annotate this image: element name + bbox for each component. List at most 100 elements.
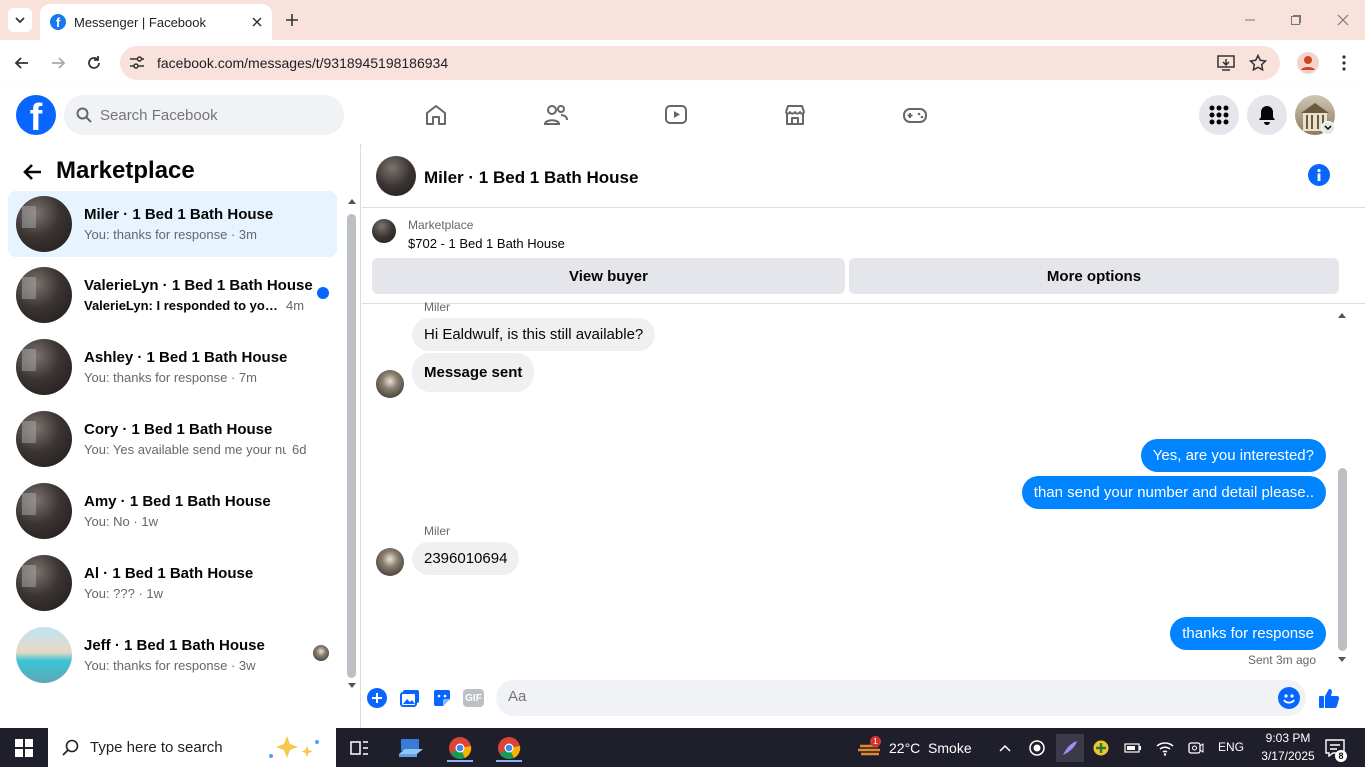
- conversation-preview: You: thanks for response: [84, 658, 228, 673]
- bookmark-star-icon[interactable]: [1248, 53, 1268, 73]
- clock-time[interactable]: 9:03 PM: [1258, 731, 1318, 745]
- browser-tab[interactable]: f Messenger | Facebook: [40, 4, 272, 40]
- sender-avatar[interactable]: [376, 548, 404, 576]
- notification-count-badge: 8: [1335, 750, 1347, 762]
- conversation-item[interactable]: Ashley · 1 Bed 1 Bath House You: thanks …: [8, 334, 337, 400]
- account-chevron-icon[interactable]: [1321, 121, 1335, 135]
- conversation-item[interactable]: Amy · 1 Bed 1 Bath House You: No · 1w: [8, 478, 337, 544]
- outgoing-message[interactable]: Yes, are you interested?: [1140, 439, 1326, 472]
- view-buyer-button[interactable]: View buyer: [372, 258, 845, 294]
- back-arrow-icon[interactable]: [12, 53, 32, 73]
- home-icon[interactable]: [416, 96, 456, 134]
- unread-dot: [317, 287, 329, 299]
- app-tray-icon[interactable]: [1092, 739, 1110, 757]
- more-options-button[interactable]: More options: [849, 258, 1339, 294]
- notifications-bell-icon[interactable]: [1247, 95, 1287, 135]
- record-icon[interactable]: [1028, 739, 1046, 757]
- minimize-icon[interactable]: [1240, 10, 1260, 30]
- window-close-icon[interactable]: [1333, 10, 1353, 30]
- scroll-down-arrow-icon[interactable]: [1337, 655, 1347, 665]
- search-input[interactable]: [100, 106, 320, 124]
- profile-avatar-icon[interactable]: [1297, 52, 1319, 74]
- left-scrollbar-thumb[interactable]: [347, 214, 356, 678]
- avatar: [16, 411, 72, 467]
- facebook-logo-icon[interactable]: f: [16, 95, 56, 135]
- video-icon[interactable]: [656, 96, 696, 134]
- conversation-item[interactable]: Al · 1 Bed 1 Bath House You: ??? · 1w: [8, 550, 337, 616]
- chrome-profile-icon[interactable]: [496, 736, 522, 762]
- clock-date[interactable]: 3/17/2025: [1254, 749, 1322, 763]
- windows-start-icon[interactable]: [14, 738, 34, 758]
- forward-arrow-icon[interactable]: [48, 53, 68, 73]
- task-view-icon[interactable]: [349, 738, 371, 758]
- sticker-icon[interactable]: [432, 688, 452, 708]
- sender-avatar[interactable]: [376, 370, 404, 398]
- message-input[interactable]: [508, 688, 1248, 705]
- incoming-message[interactable]: Hi Ealdwulf, is this still available?: [412, 318, 656, 351]
- back-arrow-icon[interactable]: [20, 160, 44, 184]
- incoming-message[interactable]: 2396010694: [412, 542, 520, 575]
- battery-icon[interactable]: [1124, 739, 1142, 757]
- file-explorer-icon[interactable]: [398, 736, 424, 760]
- pen-feather-icon[interactable]: [1056, 734, 1084, 762]
- message-status: Sent 3m ago: [1247, 653, 1316, 667]
- conversation-item[interactable]: Jeff · 1 Bed 1 Bath House You: thanks fo…: [8, 622, 337, 688]
- emoji-icon[interactable]: [1278, 687, 1300, 709]
- conversation-time: 6d: [292, 442, 307, 457]
- conversation-name: Miler · 1 Bed 1 Bath House: [84, 206, 274, 223]
- conversation-name: Ashley · 1 Bed 1 Bath House: [84, 349, 288, 366]
- menu-grid-icon[interactable]: [1199, 95, 1239, 135]
- tab-close-icon[interactable]: [252, 17, 262, 27]
- outgoing-message[interactable]: thanks for response: [1170, 617, 1326, 650]
- outgoing-message[interactable]: than send your number and detail please.…: [1021, 476, 1326, 509]
- search-icon: [62, 739, 79, 756]
- scroll-up-arrow-icon[interactable]: [1337, 310, 1347, 320]
- conversation-preview: You: Yes available send me your nu...: [84, 442, 286, 457]
- conversation-name: Jeff · 1 Bed 1 Bath House: [84, 637, 265, 654]
- listing-thumbnail[interactable]: [372, 219, 396, 243]
- avatar: [16, 196, 72, 252]
- new-tab-plus-icon[interactable]: [282, 10, 302, 30]
- wifi-icon[interactable]: [1156, 739, 1174, 757]
- gif-icon[interactable]: GIF: [463, 689, 484, 707]
- conversation-item[interactable]: Miler · 1 Bed 1 Bath House You: thanks f…: [8, 191, 337, 257]
- show-hidden-icons-chevron[interactable]: [996, 740, 1014, 756]
- search-highlight-icon[interactable]: [264, 734, 326, 762]
- friends-icon[interactable]: [536, 96, 576, 134]
- install-app-icon[interactable]: [1216, 53, 1236, 73]
- conversation-time: 3w: [238, 658, 256, 673]
- listing-price[interactable]: $702 - 1 Bed 1 Bath House: [408, 236, 565, 251]
- incoming-message[interactable]: Message sent: [412, 353, 535, 392]
- add-plus-icon[interactable]: [367, 688, 387, 708]
- chat-scrollbar-thumb[interactable]: [1338, 468, 1347, 651]
- scroll-up-arrow-icon[interactable]: [347, 196, 357, 206]
- language-indicator[interactable]: ENG: [1218, 740, 1244, 754]
- chrome-icon[interactable]: [447, 736, 473, 762]
- avatar: [16, 267, 72, 323]
- tab-search-chevron-icon[interactable]: [8, 8, 32, 32]
- like-thumb-icon[interactable]: [1317, 686, 1341, 710]
- weather-text[interactable]: 22°C Smoke: [889, 740, 972, 756]
- conversation-item[interactable]: Cory · 1 Bed 1 Bath House You: Yes avail…: [8, 406, 337, 472]
- chat-title[interactable]: Miler · 1 Bed 1 Bath House: [424, 168, 638, 188]
- panel-title: Marketplace: [56, 157, 195, 184]
- conversation-item[interactable]: ValerieLyn · 1 Bed 1 Bath House ValerieL…: [8, 262, 337, 328]
- scroll-down-arrow-icon[interactable]: [347, 681, 357, 691]
- site-info-icon[interactable]: [128, 54, 146, 72]
- info-icon[interactable]: [1308, 164, 1330, 186]
- url-text[interactable]: facebook.com/messages/t/9318945198186934: [157, 55, 448, 71]
- marketplace-icon[interactable]: [775, 96, 815, 134]
- facebook-search[interactable]: [64, 95, 344, 135]
- reload-icon[interactable]: [84, 53, 104, 73]
- conversation-preview: You: No: [84, 514, 130, 529]
- conversation-preview: ValerieLyn: I responded to your ...: [84, 298, 280, 313]
- conversation-time: 1w: [146, 586, 164, 601]
- gaming-icon[interactable]: [895, 96, 935, 134]
- photo-attach-icon[interactable]: [400, 688, 420, 708]
- restore-icon[interactable]: [1286, 10, 1306, 30]
- conversation-time: 1w: [141, 514, 158, 529]
- browser-menu-icon[interactable]: [1336, 53, 1352, 73]
- message-composer[interactable]: [496, 680, 1306, 716]
- chat-avatar[interactable]: [376, 156, 416, 196]
- camera-privacy-icon[interactable]: [1187, 739, 1205, 757]
